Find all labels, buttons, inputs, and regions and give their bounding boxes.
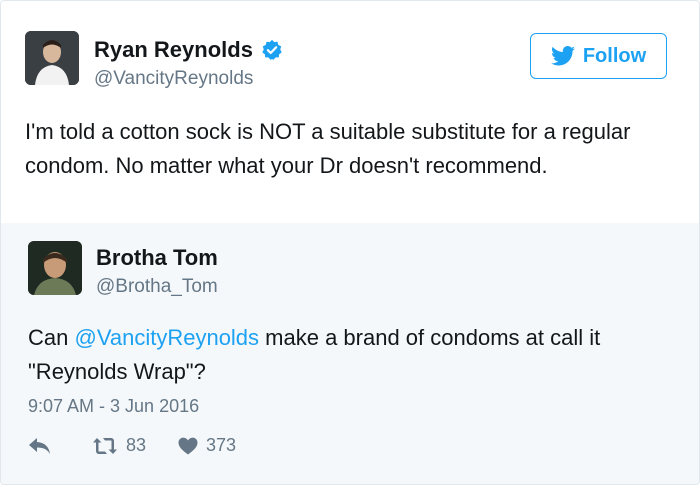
reply-text: Can @VancityReynolds make a brand of con…	[28, 321, 678, 389]
tweet-embed: Ryan Reynolds @VancityReynolds Follow I'…	[0, 0, 700, 485]
reply-button[interactable]	[28, 437, 60, 455]
reply-text-prefix: Can	[28, 325, 75, 350]
verified-badge-icon	[262, 39, 282, 60]
mention-link[interactable]: @VancityReynolds	[74, 325, 259, 350]
author-handle[interactable]: @VancityReynolds	[94, 68, 253, 90]
follow-button[interactable]: Follow	[530, 33, 667, 79]
retweet-button[interactable]: 83	[92, 435, 146, 456]
twitter-bird-icon	[550, 46, 575, 66]
action-bar: 83 373	[28, 435, 268, 456]
reply-author-name[interactable]: Brotha Tom	[96, 245, 218, 271]
like-count: 373	[206, 435, 237, 455]
author-name[interactable]: Ryan Reynolds	[94, 37, 253, 63]
timestamp[interactable]: 9:07 AM - 3 Jun 2016	[28, 396, 199, 417]
like-button[interactable]: 373	[178, 435, 236, 456]
tweet-text: I'm told a cotton sock is NOT a suitable…	[25, 119, 631, 178]
main-tweet: Ryan Reynolds @VancityReynolds Follow I'…	[1, 1, 699, 223]
reply-author-avatar[interactable]	[28, 241, 82, 295]
author-name-row: Ryan Reynolds	[94, 37, 283, 63]
profile-photo-icon	[25, 31, 79, 85]
reply-tweet: Brotha Tom @Brotha_Tom Can @VancityReyno…	[1, 223, 699, 484]
retweet-icon	[93, 437, 117, 454]
author-avatar[interactable]	[25, 31, 79, 85]
reply-author-handle[interactable]: @Brotha_Tom	[96, 276, 218, 298]
retweet-count: 83	[126, 435, 147, 455]
follow-label: Follow	[582, 44, 647, 67]
reply-icon	[29, 437, 50, 454]
profile-photo-icon	[28, 241, 82, 295]
heart-icon	[178, 437, 198, 454]
